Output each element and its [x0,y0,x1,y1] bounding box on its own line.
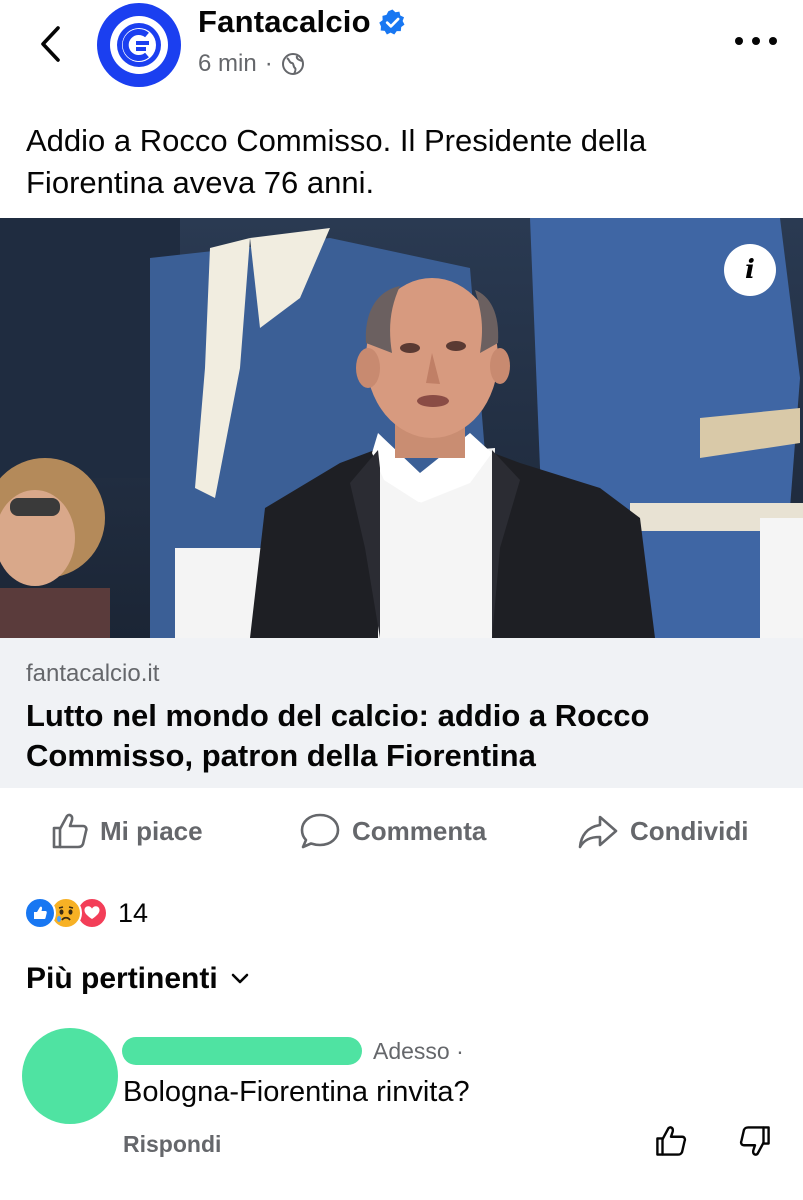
comment-label: Commenta [352,815,487,846]
link-preview[interactable]: fantacalcio.it Lutto nel mondo del calci… [0,638,803,788]
page-avatar[interactable] [97,3,181,87]
comment-sort-dropdown[interactable]: Più pertinenti [26,962,250,996]
like-button[interactable]: Mi piace [50,810,203,852]
share-arrow-icon [578,815,618,849]
post-header: Fantacalcio 6 min · [0,0,803,110]
share-button[interactable]: Condividi [576,810,748,852]
like-label: Mi piace [100,815,203,846]
verified-badge-icon [379,8,405,34]
post-time[interactable]: 6 min [198,50,257,78]
thumbs-up-icon [52,813,88,849]
more-options-button[interactable] [735,30,777,52]
page-name[interactable]: Fantacalcio [198,4,406,40]
photo-illustration [0,218,803,638]
chevron-down-icon [231,973,248,984]
more-dot [735,37,743,45]
comment-time: Adesso · [373,1038,464,1064]
post-text: Addio a Rocco Commisso. Il Presidente de… [26,123,647,200]
comment-sort-label: Più pertinenti [26,962,218,995]
more-dot [752,37,760,45]
info-button[interactable]: i [724,244,776,296]
post-actions: Mi piace Commenta Condividi [0,800,803,862]
comment-dislike-button[interactable] [738,1124,772,1163]
reactions-summary[interactable]: 14 [24,895,148,931]
comment-button[interactable]: Commenta [298,810,486,852]
post-photo[interactable] [0,218,803,638]
page-name-label[interactable]: Fantacalcio [198,4,371,40]
post-meta: 6 min · [198,50,305,78]
commenter-name-redacted[interactable] [122,1037,362,1065]
more-dot [769,37,777,45]
comment-text: Bologna-Fiorentina rinvita? [123,1076,470,1108]
chevron-left-icon [41,26,60,62]
comment-like-button[interactable] [654,1124,688,1163]
info-icon: i [745,255,755,285]
fantacalcio-logo [110,16,168,74]
meta-separator: · [264,50,273,77]
link-title[interactable]: Lutto nel mondo del calcio: addio a Rocc… [26,696,786,776]
globe-icon [281,53,304,75]
thumbs-down-icon [739,1126,770,1156]
share-label: Condividi [630,815,749,846]
reply-button[interactable]: Rispondi [123,1131,221,1158]
commenter-avatar-redacted[interactable] [22,1028,118,1124]
link-domain: fantacalcio.it [26,660,160,687]
reaction-count[interactable]: 14 [118,898,148,929]
back-button[interactable] [30,22,70,66]
comment-bubble-icon [300,813,340,849]
thumbs-up-icon [656,1126,687,1156]
like-reaction-icon [24,897,56,929]
